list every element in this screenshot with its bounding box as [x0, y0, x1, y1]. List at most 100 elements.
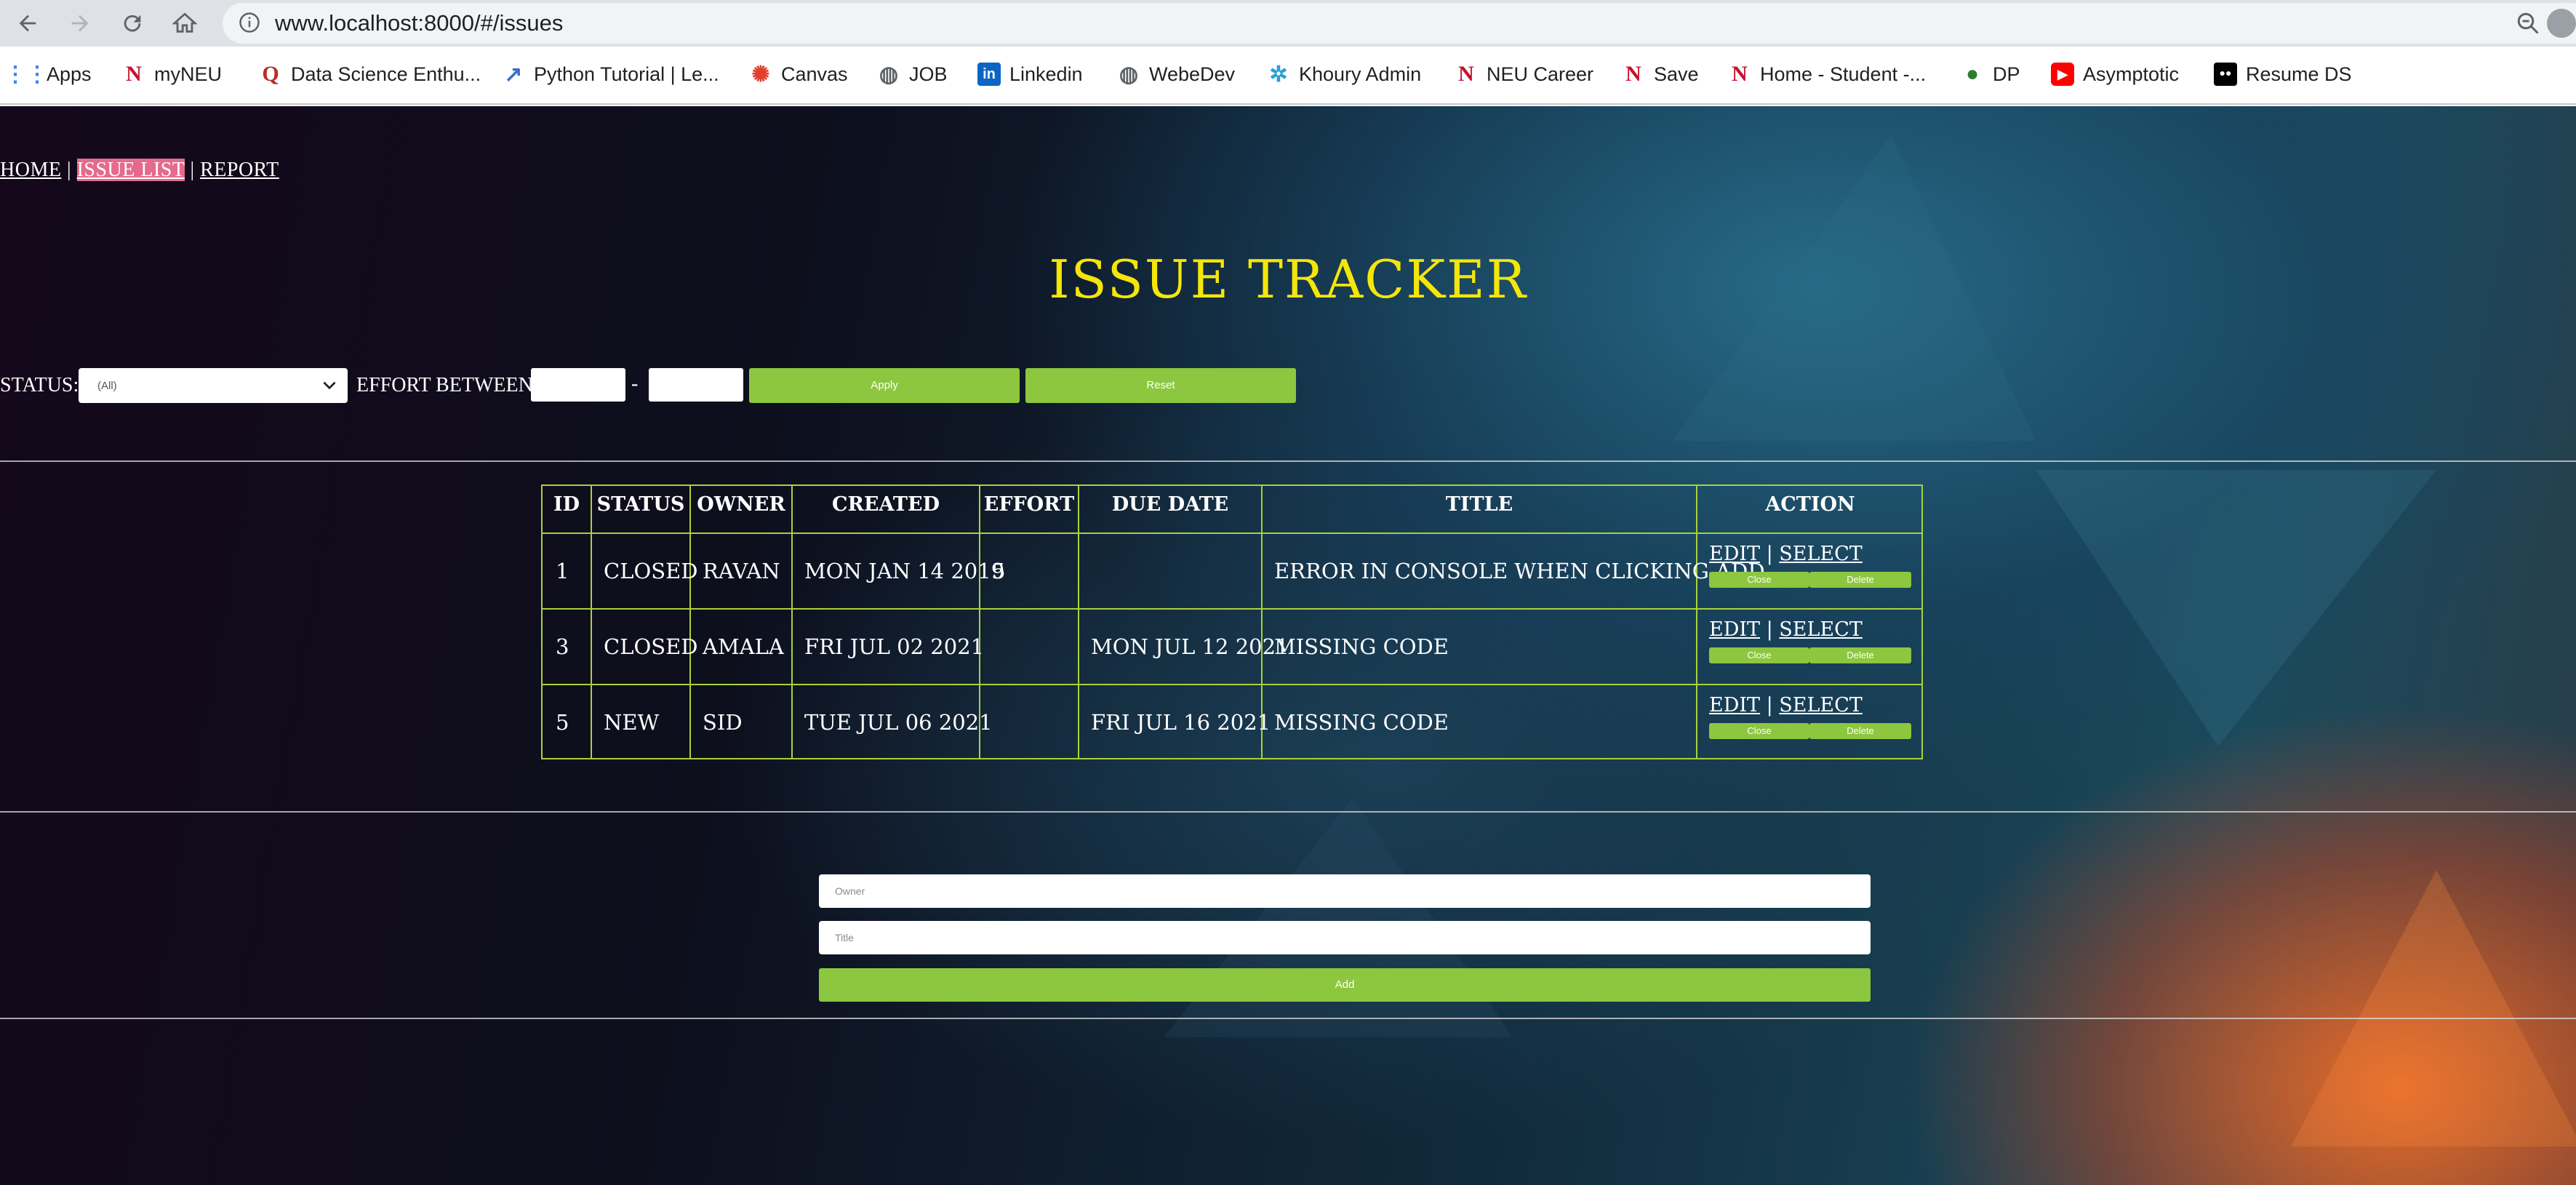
canvas-icon: ✺	[751, 62, 770, 87]
cell-title: MISSING CODE	[1274, 710, 1449, 735]
forward-button[interactable]	[63, 6, 97, 41]
cell-id: 3	[556, 634, 569, 659]
bookmark-label: Apps	[47, 63, 92, 85]
browser-chrome: www.localhost:8000/#/issues ⋮⋮ Apps NmyNEU…	[0, 0, 2576, 106]
delete-issue-button[interactable]: Delete	[1809, 572, 1911, 588]
bookmark-item[interactable]: ▶ Asymptotic	[2051, 60, 2179, 89]
nav-separator: |	[61, 159, 77, 181]
edit-link[interactable]: EDIT	[1709, 543, 1760, 565]
chevron-down-icon	[323, 381, 336, 390]
bookmark-label: WebeDev	[1149, 63, 1236, 85]
cell-title: ERROR IN CONSOLE WHEN CLICKING ADD	[1274, 559, 1765, 583]
url-text[interactable]: www.localhost:8000/#/issues	[275, 9, 563, 38]
back-button[interactable]	[10, 6, 45, 41]
column-header-owner: OWNER	[697, 493, 785, 516]
owner-input[interactable]: Owner	[819, 874, 1871, 908]
cell-due-date: MON JUL 12 2021	[1091, 634, 1289, 659]
info-icon[interactable]	[239, 12, 260, 33]
bookmark-label: Khoury Admin	[1299, 63, 1422, 85]
bookmark-item[interactable]: NmyNEU	[122, 60, 222, 89]
bookmark-label: Canvas	[781, 63, 848, 85]
cell-id: 1	[556, 559, 569, 583]
zoom-icon[interactable]	[2515, 10, 2541, 36]
column-header-status: STATUS	[596, 493, 685, 516]
reload-button[interactable]	[115, 6, 150, 41]
close-issue-button[interactable]: Close	[1709, 647, 1809, 663]
table-grid-line	[591, 486, 592, 758]
neu-logo-icon: N	[1458, 62, 1474, 86]
nav-report-link[interactable]: REPORT	[200, 159, 279, 181]
bookmark-item[interactable]: N Save	[1622, 60, 1698, 89]
address-bar[interactable]: www.localhost:8000/#/issues	[223, 3, 2576, 44]
dp-icon: ●	[1965, 62, 1980, 86]
browser-toolbar: www.localhost:8000/#/issues	[0, 0, 2576, 47]
bookmark-item[interactable]: ● DP	[1961, 60, 2020, 89]
bookmark-item[interactable]: ⋮⋮ Apps	[4, 60, 92, 89]
neu-logo-icon: N	[126, 62, 142, 86]
linkedin-icon: in	[977, 63, 1001, 86]
select-link[interactable]: SELECT	[1779, 618, 1863, 641]
bookmarks-bar: ⋮⋮ Apps NmyNEU Q Data Science Enthu... ↗ Pytho…	[0, 47, 2576, 105]
bookmark-label: JOB	[909, 63, 948, 85]
table-grid-line	[1696, 486, 1697, 758]
page-content: HOME | ISSUE LIST | REPORT ISSUE TRACKER…	[0, 106, 2576, 1185]
bookmark-item[interactable]: ◍ JOB	[877, 60, 948, 89]
table-grid-line	[543, 684, 1921, 685]
title-input[interactable]: Title	[819, 921, 1871, 954]
cell-due-date: FRI JUL 16 2021	[1091, 710, 1271, 735]
bookmark-item[interactable]: ✺ Canvas	[749, 60, 848, 89]
nav-home-link[interactable]: HOME	[0, 159, 61, 181]
table-grid-line	[543, 608, 1921, 610]
close-issue-button[interactable]: Close	[1709, 723, 1809, 739]
bookmark-item[interactable]: Q Data Science Enthu...	[259, 60, 481, 89]
action-separator: |	[1760, 694, 1780, 717]
bookmark-label: Resume DS	[2246, 63, 2352, 85]
bookmark-label: DP	[1993, 63, 2020, 85]
cell-effort: 5	[992, 559, 1006, 583]
bookmark-item[interactable]: in Linkedin	[977, 60, 1083, 89]
cell-owner: AMALA	[703, 634, 784, 659]
delete-issue-button[interactable]: Delete	[1809, 723, 1911, 739]
top-nav: HOME | ISSUE LIST | REPORT	[0, 159, 279, 182]
divider	[0, 811, 2576, 813]
apply-button[interactable]: Apply	[749, 368, 1020, 403]
add-button[interactable]: Add	[819, 968, 1871, 1002]
edit-link[interactable]: EDIT	[1709, 694, 1760, 717]
bookmark-item[interactable]: N Home - Student -...	[1728, 60, 1926, 89]
home-button[interactable]	[167, 6, 202, 41]
cell-created: MON JAN 14 2019	[804, 559, 1005, 583]
cell-created: FRI JUL 02 2021	[804, 634, 985, 659]
cell-title: MISSING CODE	[1274, 634, 1449, 659]
edit-link[interactable]: EDIT	[1709, 618, 1760, 641]
select-link[interactable]: SELECT	[1779, 543, 1863, 565]
nav-issue-list-link[interactable]: ISSUE LIST	[76, 159, 185, 181]
table-grid-line	[543, 532, 1921, 534]
effort-max-input[interactable]	[649, 368, 743, 402]
bookmark-item[interactable]: N NEU Career	[1455, 60, 1593, 89]
bookmark-item[interactable]: ◍ WebeDev	[1117, 60, 1235, 89]
bookmark-label: myNEU	[154, 63, 222, 85]
column-header-action: ACTION	[1765, 493, 1855, 516]
delete-issue-button[interactable]: Delete	[1809, 647, 1911, 663]
profile-avatar-icon[interactable]	[2547, 9, 2576, 38]
select-link[interactable]: SELECT	[1779, 694, 1863, 717]
close-issue-button[interactable]: Close	[1709, 572, 1809, 588]
quora-icon: Q	[262, 62, 279, 86]
bookmark-item[interactable]: ↗ Python Tutorial | Le...	[502, 60, 719, 89]
divider	[0, 460, 2576, 462]
home-icon	[172, 12, 197, 33]
neu-logo-icon: N	[1732, 62, 1748, 86]
status-select-value: (All)	[97, 380, 117, 392]
status-select[interactable]: (All)	[79, 368, 348, 403]
reset-button[interactable]: Reset	[1025, 368, 1296, 403]
column-header-created: CREATED	[831, 493, 940, 516]
bookmark-item[interactable]: ●● Resume DS	[2214, 60, 2352, 89]
nav-separator: |	[184, 159, 201, 181]
status-label: STATUS:	[0, 374, 79, 396]
title-placeholder: Title	[835, 932, 854, 943]
cell-owner: RAVAN	[703, 559, 780, 583]
apps-grid-icon: ⋮⋮	[4, 62, 48, 87]
bookmark-label: Data Science Enthu...	[291, 63, 481, 85]
bookmark-item[interactable]: ✲ Khoury Admin	[1267, 60, 1421, 89]
effort-min-input[interactable]	[531, 368, 625, 402]
